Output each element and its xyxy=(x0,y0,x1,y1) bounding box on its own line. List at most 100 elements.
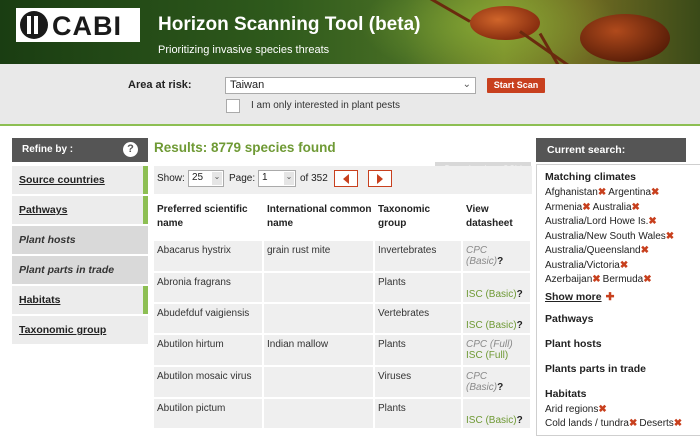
scientific-name: Abutilon mosaic virus xyxy=(154,367,264,397)
table-row: Abacarus hystrix grain rust mite Inverte… xyxy=(154,241,532,271)
taxonomic-group: Vertebrates xyxy=(375,304,463,333)
refine-item-label: Plant hosts xyxy=(19,234,76,246)
table-row: Abronia fragrans Plants ISC (Basic)? xyxy=(154,273,532,302)
cpc-link[interactable]: CPC (Full) xyxy=(466,339,527,350)
refine-plant-parts: Plant parts in trade xyxy=(12,256,148,284)
matching-climates-title: Matching climates xyxy=(545,171,637,183)
common-name xyxy=(264,399,375,428)
cabi-logo-icon xyxy=(20,11,48,39)
refine-by-title: Refine by : xyxy=(22,144,74,155)
habitats-title: Habitats xyxy=(545,387,587,400)
page-size-value: 25 xyxy=(192,172,204,183)
refine-habitats[interactable]: Habitats xyxy=(12,286,148,314)
refine-source-countries[interactable]: Source countries xyxy=(12,166,148,194)
remove-icon[interactable]: ✖ xyxy=(598,404,606,415)
table-row: Abudefduf vaigiensis Vertebrates ISC (Ba… xyxy=(154,304,532,333)
column-header[interactable]: Preferred scientific name xyxy=(154,199,264,239)
table-row: Abutilon mosaic virus Viruses CPC (Basic… xyxy=(154,367,532,397)
app-subtitle: Prioritizing invasive species threats xyxy=(158,44,330,56)
info-icon[interactable]: ? xyxy=(517,415,523,426)
refine-taxonomic-group[interactable]: Taxonomic group xyxy=(12,316,148,344)
header-banner: CABI Horizon Scanning Tool (beta) Priori… xyxy=(0,0,700,64)
page-total: of 352 xyxy=(300,173,328,184)
remove-icon[interactable]: ✖ xyxy=(674,418,682,429)
climate-tag-line: Armenia✖ Australia✖ xyxy=(545,201,700,216)
table-row: Abutilon hirtum Indian mallow Plants CPC… xyxy=(154,335,532,365)
page-select[interactable]: 1 ⌄ xyxy=(258,170,296,187)
next-page-button[interactable] xyxy=(368,170,392,187)
datasheet-cell: ISC (Basic)? xyxy=(463,399,532,428)
climate-tag: Australia/Queensland xyxy=(545,245,641,256)
isc-link[interactable]: ISC (Basic) xyxy=(466,320,517,331)
remove-icon[interactable]: ✖ xyxy=(641,245,649,256)
refine-plant-hosts: Plant hosts xyxy=(12,226,148,254)
info-icon[interactable]: ? xyxy=(517,320,523,331)
taxonomic-group: Plants xyxy=(375,335,463,365)
results-title: Results: 8779 species found xyxy=(154,140,336,155)
refine-pathways[interactable]: Pathways xyxy=(12,196,148,224)
remove-icon[interactable]: ✖ xyxy=(632,202,640,213)
remove-icon[interactable]: ✖ xyxy=(598,187,606,198)
scan-bar: Area at risk: Taiwan ⌄ Start Scan I am o… xyxy=(0,64,700,126)
datasheet-cell: CPC (Basic)? xyxy=(463,367,532,397)
start-scan-button[interactable]: Start Scan xyxy=(487,78,545,93)
climate-tag: Australia/New South Wales xyxy=(545,230,666,242)
table-header-row: Preferred scientific name International … xyxy=(154,199,532,239)
remove-icon[interactable]: ✖ xyxy=(582,202,590,213)
remove-icon[interactable]: ✖ xyxy=(643,274,651,285)
app-title: Horizon Scanning Tool (beta) xyxy=(158,14,421,35)
refine-by-header: Refine by : ? xyxy=(12,138,148,162)
remove-icon[interactable]: ✖ xyxy=(629,418,637,429)
arrow-left-icon xyxy=(343,174,349,184)
area-at-risk-value: Taiwan xyxy=(230,79,265,91)
scientific-name: Abutilon pictum xyxy=(154,399,264,428)
table-row: Abutilon pictum Plants ISC (Basic)? xyxy=(154,399,532,428)
datasheet-cell: ISC (Basic)? xyxy=(463,273,532,302)
plant-parts-title: Plants parts in trade xyxy=(545,362,646,375)
taxonomic-group: Plants xyxy=(375,273,463,302)
taxonomic-group: Invertebrates xyxy=(375,241,463,271)
area-at-risk-select[interactable]: Taiwan ⌄ xyxy=(225,77,476,94)
remove-icon[interactable]: ✖ xyxy=(651,187,659,198)
plant-pests-label: I am only interested in plant pests xyxy=(251,100,400,111)
remove-icon[interactable]: ✖ xyxy=(648,216,656,227)
remove-icon[interactable]: ✖ xyxy=(666,231,674,242)
common-name xyxy=(264,367,375,397)
show-more-link[interactable]: Show more ✚ xyxy=(545,291,700,303)
page-size-select[interactable]: 25 ⌄ xyxy=(188,170,224,187)
plus-icon: ✚ xyxy=(605,290,615,303)
climate-tag: Azerbaijan xyxy=(545,274,593,285)
help-icon[interactable]: ? xyxy=(123,142,138,157)
common-name: Indian mallow xyxy=(264,335,375,365)
column-header[interactable]: Taxonomic group xyxy=(375,199,463,239)
info-icon[interactable]: ? xyxy=(517,289,523,300)
habitat-tag-line: Arid regions✖ xyxy=(545,403,700,418)
isc-link[interactable]: ISC (Full) xyxy=(466,350,527,361)
cabi-logo[interactable]: CABI xyxy=(16,8,140,42)
page-label: Page: xyxy=(229,173,256,184)
remove-icon[interactable]: ✖ xyxy=(592,274,600,285)
remove-icon[interactable]: ✖ xyxy=(620,260,628,271)
results-table: Preferred scientific name International … xyxy=(154,197,532,430)
plant-pests-checkbox[interactable] xyxy=(226,99,240,113)
refine-item-label: Taxonomic group xyxy=(19,324,107,336)
cpc-link[interactable]: CPC (Basic) xyxy=(466,371,497,393)
isc-link[interactable]: ISC (Basic) xyxy=(466,289,517,300)
scientific-name: Abacarus hystrix xyxy=(154,241,264,271)
cpc-link[interactable]: CPC (Basic) xyxy=(466,245,497,267)
column-header: View datasheet xyxy=(466,204,513,229)
datasheet-cell: ISC (Basic)? xyxy=(463,304,532,333)
prev-page-button[interactable] xyxy=(334,170,358,187)
taxonomic-group: Viruses xyxy=(375,367,463,397)
climate-tag: Australia/Lord Howe Is. xyxy=(545,216,649,227)
climate-tag: Australia/Victoria xyxy=(545,259,620,271)
column-header[interactable]: International common name xyxy=(264,199,375,239)
show-label: Show: xyxy=(157,173,185,184)
climate-tag-line: Afghanistan✖ Argentina✖ xyxy=(545,186,700,201)
current-search-header: Current search: xyxy=(536,138,686,162)
isc-link[interactable]: ISC (Basic) xyxy=(466,415,517,426)
info-icon[interactable]: ? xyxy=(497,382,503,393)
taxonomic-group: Plants xyxy=(375,399,463,428)
habitat-tag: Arid regions xyxy=(545,403,599,415)
info-icon[interactable]: ? xyxy=(497,256,503,267)
